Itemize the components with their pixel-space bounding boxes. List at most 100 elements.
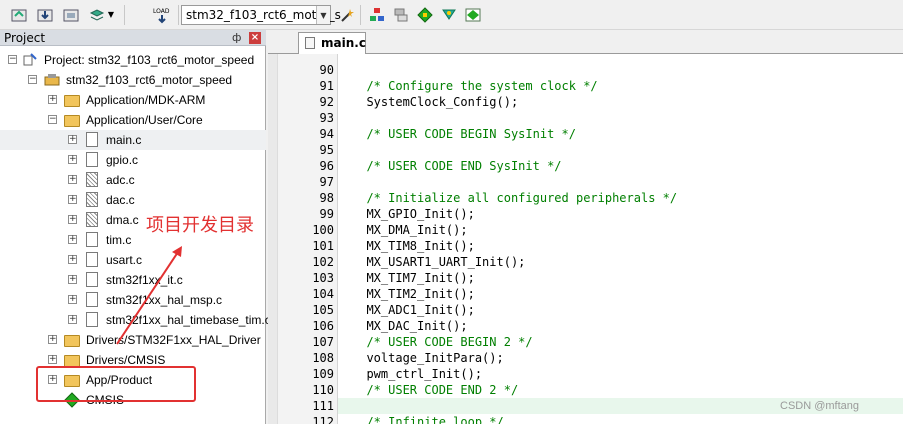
file-config-icon (84, 192, 100, 208)
code-line[interactable]: 105 MX_ADC1_Init(); (312, 302, 903, 318)
build-icon[interactable] (36, 6, 54, 24)
dropdown-arrow-icon[interactable]: ▼ (106, 6, 116, 24)
collapse-icon[interactable]: − (28, 75, 37, 84)
code-line[interactable]: 101 MX_TIM8_Init(); (312, 238, 903, 254)
code-comment: /* Initialize all configured peripherals… (352, 191, 678, 205)
code-line[interactable]: 95 (320, 142, 903, 158)
code-line[interactable]: 106 MX_DAC_Init(); (312, 318, 903, 334)
code-text: MX_USART1_UART_Init(); (352, 255, 526, 269)
code-text: MX_TIM7_Init(); (352, 271, 475, 285)
folder-open-icon (64, 112, 80, 128)
tree-item[interactable]: + Application/MDK-ARM (0, 90, 266, 110)
line-number: 105 (312, 303, 334, 317)
tree-item[interactable]: + gpio.c (0, 150, 266, 170)
pack-installer-icon[interactable] (416, 6, 434, 24)
file-icon (84, 252, 100, 268)
expand-icon[interactable]: + (68, 295, 77, 304)
line-number: 111 (312, 399, 334, 413)
collapse-icon[interactable]: − (8, 55, 17, 64)
code-line[interactable]: 97 (320, 174, 903, 190)
expand-icon[interactable]: + (48, 355, 57, 364)
code-line[interactable]: 90 (320, 62, 903, 78)
expand-icon[interactable]: + (68, 315, 77, 324)
code-comment: /* Configure the system clock */ (352, 79, 598, 93)
tree-item[interactable]: − Project: stm32_f103_rct6_motor_speed (0, 50, 266, 70)
tree-item[interactable]: − stm32_f103_rct6_motor_speed (0, 70, 266, 90)
close-icon[interactable]: × (249, 32, 261, 44)
code-line[interactable]: 104 MX_TIM2_Init(); (312, 286, 903, 302)
expand-icon[interactable]: + (68, 215, 77, 224)
expand-icon[interactable]: + (68, 155, 77, 164)
line-number: 110 (312, 383, 334, 397)
tree-item-label: Application/MDK-ARM (86, 93, 206, 107)
tree-item[interactable]: + stm32f1xx_hal_msp.c (0, 290, 266, 310)
line-number: 92 (319, 95, 334, 109)
file-extensions-icon[interactable] (392, 6, 410, 24)
code-comment: /* USER CODE BEGIN SysInit */ (352, 127, 576, 141)
code-line[interactable]: 99 MX_GPIO_Init(); (320, 206, 903, 222)
file-config-icon (84, 172, 100, 188)
code-line[interactable]: 94 /* USER CODE BEGIN SysInit */ (320, 126, 903, 142)
expand-icon[interactable]: + (68, 135, 77, 144)
code-line[interactable]: 98 /* Initialize all configured peripher… (320, 190, 903, 206)
annotation-label: 项目开发目录 (146, 215, 254, 236)
load-icon[interactable]: LOAD (152, 6, 172, 24)
code-line[interactable]: 108 voltage_InitPara(); (312, 350, 903, 366)
select-packs-icon[interactable] (440, 6, 458, 24)
pin-icon[interactable]: ф (232, 31, 241, 44)
line-number: 94 (319, 127, 334, 141)
expand-icon[interactable]: + (68, 235, 77, 244)
line-number: 106 (312, 319, 334, 333)
tree-item[interactable]: + stm32f1xx_hal_timebase_tim.c (0, 310, 271, 330)
options-wand-icon[interactable] (338, 6, 356, 24)
line-number: 93 (319, 111, 334, 125)
expand-icon[interactable]: + (68, 255, 77, 264)
expand-icon[interactable]: + (68, 275, 77, 284)
folder-icon (64, 92, 80, 108)
code-line[interactable]: 100 MX_DMA_Init(); (312, 222, 903, 238)
code-line[interactable]: 96 /* USER CODE END SysInit */ (320, 158, 903, 174)
code-line[interactable]: 91 /* Configure the system clock */ (320, 78, 903, 94)
tree-item[interactable]: + stm32f1xx_it.c (0, 270, 266, 290)
code-line[interactable]: 102 MX_USART1_UART_Init(); (312, 254, 903, 270)
code-text: MX_ADC1_Init(); (352, 303, 475, 317)
code-line[interactable]: 112 /* Infinite loop */ (312, 414, 903, 424)
batch-build-icon[interactable] (88, 6, 106, 24)
line-number: 107 (312, 335, 334, 349)
expand-icon[interactable]: + (48, 335, 57, 344)
code-line[interactable]: 103 MX_TIM7_Init(); (312, 270, 903, 286)
manage-project-icon[interactable] (368, 6, 386, 24)
tree-item[interactable]: + usart.c (0, 250, 266, 270)
tree-item[interactable]: − Application/User/Core (0, 110, 266, 130)
file-icon (84, 232, 100, 248)
translate-icon[interactable] (10, 6, 28, 24)
manage-run-time-icon[interactable] (464, 6, 482, 24)
tree-item[interactable]: + main.c (0, 130, 266, 150)
rebuild-icon[interactable] (62, 6, 80, 24)
code-line[interactable]: 109 pwm_ctrl_Init(); (312, 366, 903, 382)
expand-icon[interactable]: + (68, 175, 77, 184)
code-line[interactable]: 92 SystemClock_Config(); (320, 94, 903, 110)
line-number: 100 (312, 223, 334, 237)
code-line[interactable]: 93 (320, 110, 903, 126)
target-select[interactable]: stm32_f103_rct6_motor_s ▼ (181, 5, 341, 25)
code-line[interactable]: 110 /* USER CODE END 2 */ (312, 382, 903, 398)
code-text: MX_TIM2_Init(); (352, 287, 475, 301)
line-number: 91 (319, 79, 334, 93)
file-icon (84, 312, 100, 328)
tree-item-label: Application/User/Core (86, 113, 203, 127)
tree-item[interactable]: + Drivers/STM32F1xx_HAL_Driver (0, 330, 266, 350)
chevron-down-icon[interactable]: ▼ (316, 6, 330, 24)
tree-item[interactable]: + adc.c (0, 170, 266, 190)
tab-main-c[interactable]: main.c (298, 32, 366, 54)
expand-icon[interactable]: + (68, 195, 77, 204)
code-text: MX_DMA_Init(); (352, 223, 468, 237)
file-icon (84, 292, 100, 308)
collapse-icon[interactable]: − (48, 115, 57, 124)
expand-icon[interactable]: + (48, 95, 57, 104)
tree-item[interactable]: + dac.c (0, 190, 266, 210)
code-area[interactable]: 90 91 /* Configure the system clock */92 … (312, 54, 903, 424)
code-comment: /* USER CODE END SysInit */ (352, 159, 562, 173)
tree-item-label: dma.c (106, 213, 139, 227)
code-line[interactable]: 107 /* USER CODE BEGIN 2 */ (312, 334, 903, 350)
